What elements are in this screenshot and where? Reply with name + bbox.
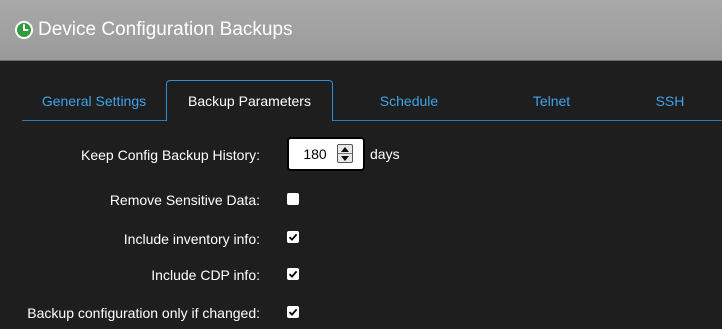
- history-days-input[interactable]: [297, 145, 333, 163]
- include-inventory-checkbox[interactable]: [287, 231, 299, 243]
- tab-telnet[interactable]: Telnet: [485, 80, 618, 121]
- tab-label: Schedule: [379, 92, 439, 109]
- history-days-stepper[interactable]: [287, 137, 365, 171]
- tab-ssh[interactable]: SSH: [618, 80, 722, 121]
- stepper-down-button[interactable]: [338, 154, 352, 162]
- title-bar: Device Configuration Backups: [0, 0, 722, 61]
- remove-sensitive-label: Remove Sensitive Data:: [109, 192, 260, 208]
- clock-icon: [15, 21, 33, 39]
- include-cdp-checkbox[interactable]: [287, 268, 299, 280]
- checkmark-icon: [288, 308, 298, 316]
- chevron-down-icon: [341, 155, 349, 161]
- window-title: Device Configuration Backups: [38, 19, 293, 40]
- stepper-buttons: [337, 144, 353, 163]
- include-cdp-label: Include CDP info:: [151, 267, 260, 283]
- tab-label: Telnet: [532, 92, 571, 109]
- backup-if-changed-checkbox[interactable]: [287, 306, 299, 318]
- backup-if-changed-label: Backup configuration only if changed:: [27, 305, 260, 321]
- tab-schedule[interactable]: Schedule: [333, 80, 485, 121]
- tab-label: General Settings: [41, 92, 147, 109]
- history-unit-label: days: [370, 146, 400, 162]
- chevron-up-icon: [341, 146, 349, 152]
- content-panel: General Settings Backup Parameters Sched…: [0, 61, 722, 329]
- tab-label: SSH: [655, 92, 685, 109]
- stepper-up-button[interactable]: [338, 145, 352, 153]
- tab-general-settings[interactable]: General Settings: [22, 80, 166, 121]
- remove-sensitive-checkbox[interactable]: [287, 193, 299, 205]
- checkmark-icon: [288, 233, 298, 241]
- tab-bar: General Settings Backup Parameters Sched…: [0, 61, 722, 122]
- include-inventory-label: Include inventory info:: [123, 231, 260, 247]
- tab-backup-parameters[interactable]: Backup Parameters: [166, 80, 333, 121]
- tab-label: Backup Parameters: [188, 93, 311, 109]
- checkmark-icon: [288, 270, 298, 278]
- history-label: Keep Config Backup History:: [81, 147, 260, 163]
